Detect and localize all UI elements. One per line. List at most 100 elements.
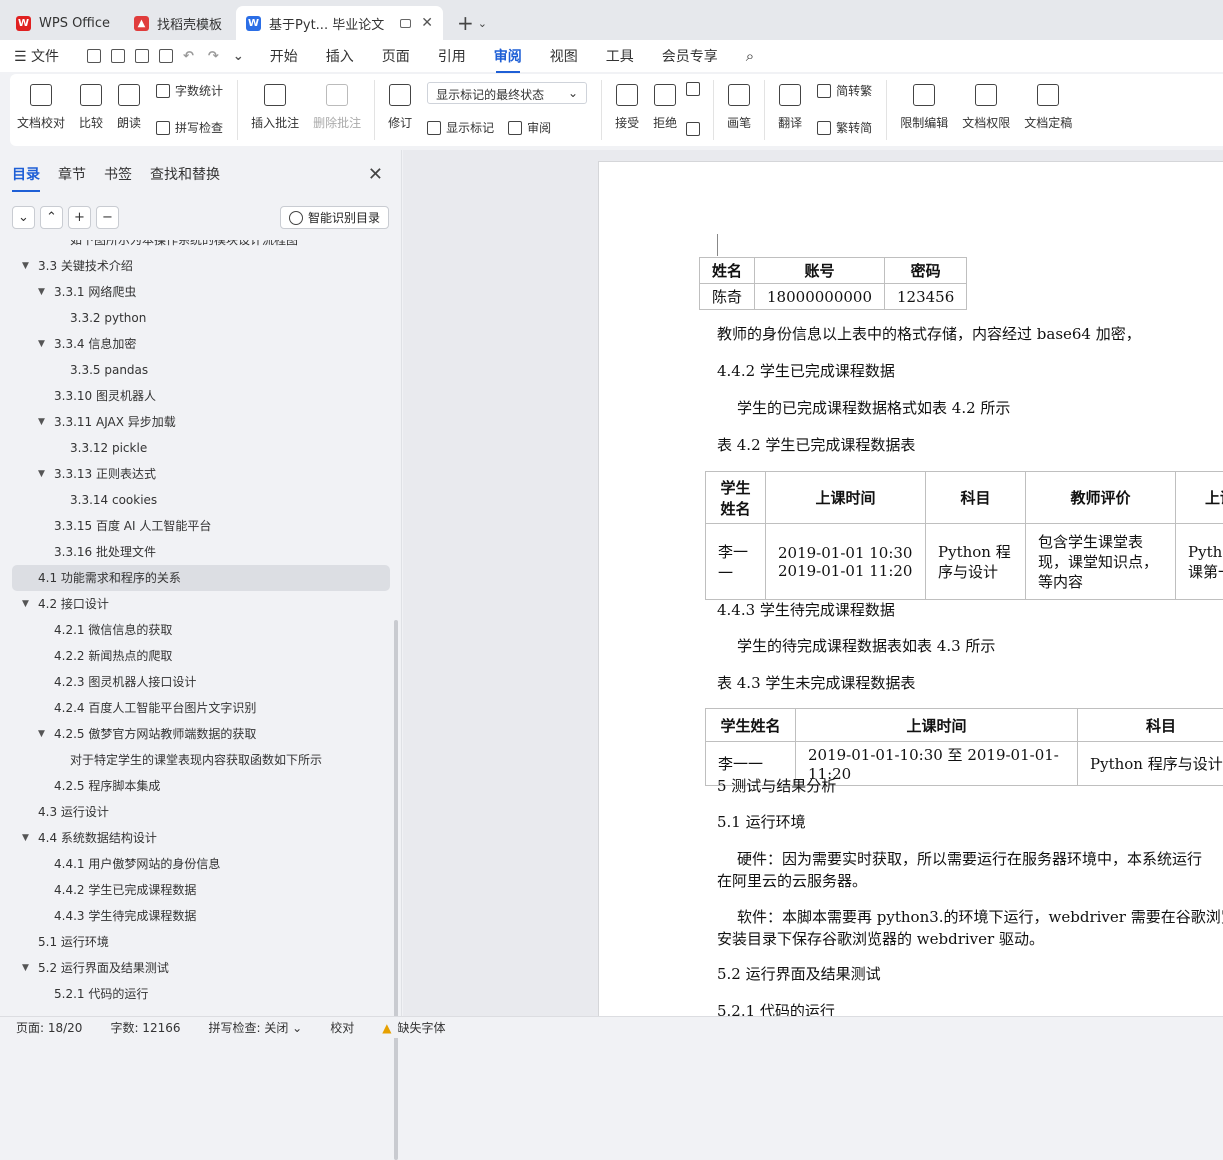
proof-indicator[interactable]: 校对 [330, 1019, 354, 1036]
toc-item[interactable]: 4.3 运行设计 [12, 799, 390, 825]
toc-item[interactable]: 4.2.2 新闻热点的爬取 [12, 643, 390, 669]
toc-item[interactable]: ▼5.2 运行界面及结果测试 [12, 955, 390, 981]
spell-check-indicator[interactable]: 拼写检查: 关闭 ⌄ [209, 1019, 303, 1036]
print-preview-icon[interactable] [159, 49, 173, 63]
reject-button[interactable]: 拒绝 [653, 80, 677, 131]
toc-item[interactable]: 如下图所示为本操作系统的模块设计流程图 [12, 240, 390, 253]
pen-button[interactable]: 画笔 [727, 80, 751, 131]
export-icon[interactable] [111, 49, 125, 63]
toc-item[interactable]: 4.4.2 学生已完成课程数据 [12, 877, 390, 903]
save-icon[interactable] [87, 49, 101, 63]
toc-scrollbar[interactable] [394, 620, 398, 1160]
restrict-edit-button[interactable]: 限制编辑 [900, 80, 948, 131]
next-change-icon[interactable] [686, 122, 705, 136]
tab-docer-templates[interactable]: ▲ 找稻壳模板 [124, 6, 232, 40]
search-icon[interactable]: ⌕ [746, 47, 754, 65]
review-pane-button[interactable]: 审阅 [508, 119, 551, 136]
compare-button[interactable]: 比较 [79, 80, 103, 131]
file-menu[interactable]: ☰ 文件 [14, 46, 59, 66]
tab-chapters[interactable]: 章节 [58, 164, 86, 192]
menu-start[interactable]: 开始 [270, 46, 298, 66]
toc-item[interactable]: ▼3.3.4 信息加密 [12, 331, 390, 357]
tab-wps-office[interactable]: W WPS Office [6, 6, 120, 40]
toc-item[interactable]: ▼4.2 接口设计 [12, 591, 390, 617]
word-count-button[interactable]: 字数统计 [156, 82, 223, 99]
toc-item[interactable]: ▼4.4 系统数据结构设计 [12, 825, 390, 851]
tab-find-replace[interactable]: 查找和替换 [150, 164, 220, 192]
finalize-button[interactable]: 文档定稿 [1024, 80, 1072, 131]
menu-page[interactable]: 页面 [382, 46, 410, 66]
toc-item[interactable]: ▼4.2.5 傲梦官方网站教师端数据的获取 [12, 721, 390, 747]
delete-comment-button[interactable]: 删除批注 [313, 80, 361, 131]
tab-bookmarks[interactable]: 书签 [104, 164, 132, 192]
expand-arrow-icon[interactable]: ▼ [38, 461, 45, 487]
new-tab-button[interactable]: + ⌄ [447, 6, 497, 40]
toc-item[interactable]: ▼3.3.13 正则表达式 [12, 461, 390, 487]
accept-button[interactable]: 接受 [615, 80, 639, 131]
remove-heading-button[interactable]: − [96, 206, 119, 229]
menu-member[interactable]: 会员专享 [662, 46, 718, 66]
proof-button[interactable]: 文档校对 [17, 80, 65, 131]
trad-to-simp-button[interactable]: 繁转简 [817, 119, 872, 136]
missing-font-indicator[interactable]: ▲缺失字体 [382, 1019, 445, 1036]
tab-document[interactable]: W 基于Pyt... 毕业论文 ✕ [236, 6, 443, 40]
add-heading-button[interactable]: + [68, 206, 91, 229]
translate-button[interactable]: 翻译 [778, 80, 802, 131]
close-tab-icon[interactable]: ✕ [421, 15, 433, 31]
expand-down-button[interactable]: ⌄ [12, 206, 35, 229]
menu-reference[interactable]: 引用 [438, 46, 466, 66]
toc-item[interactable]: 3.3.16 批处理文件 [12, 539, 390, 565]
toc-item[interactable]: ▼3.3.1 网络爬虫 [12, 279, 390, 305]
expand-arrow-icon[interactable]: ▼ [22, 955, 29, 981]
read-aloud-button[interactable]: 朗读 [117, 80, 141, 131]
expand-arrow-icon[interactable]: ▼ [38, 331, 45, 357]
redo-icon[interactable]: ↷ [208, 49, 219, 64]
toc-item[interactable]: 对于特定学生的课堂表现内容获取函数如下所示 [12, 747, 390, 773]
print-icon[interactable] [135, 49, 149, 63]
undo-icon[interactable]: ↶ [183, 49, 194, 64]
toc-item[interactable]: ▼3.3.11 AJAX 异步加载 [12, 409, 390, 435]
menu-view[interactable]: 视图 [550, 46, 578, 66]
toc-item[interactable]: 4.4.3 学生待完成课程数据 [12, 903, 390, 929]
toc-item[interactable]: 4.2.3 图灵机器人接口设计 [12, 669, 390, 695]
toc-item[interactable]: 4.2.1 微信信息的获取 [12, 617, 390, 643]
markup-state-select[interactable]: 显示标记的最终状态⌄ [427, 82, 587, 104]
revise-button[interactable]: 修订 [388, 80, 412, 131]
smart-toc-button[interactable]: 智能识别目录 [280, 206, 389, 229]
doc-rights-button[interactable]: 文档权限 [962, 80, 1010, 131]
expand-arrow-icon[interactable]: ▼ [38, 409, 45, 435]
expand-arrow-icon[interactable]: ▼ [22, 253, 29, 279]
menu-review[interactable]: 审阅 [494, 46, 522, 66]
toc-item[interactable]: 3.3.5 pandas [12, 357, 390, 383]
menu-insert[interactable]: 插入 [326, 46, 354, 66]
word-count-indicator[interactable]: 字数: 12166 [110, 1019, 180, 1036]
toc-item[interactable]: ▼3.3 关键技术介绍 [12, 253, 390, 279]
close-icon[interactable]: ✕ [368, 164, 383, 185]
toc-item[interactable]: 5.1 运行环境 [12, 929, 390, 955]
collapse-up-button[interactable]: ⌃ [40, 206, 63, 229]
toc-item[interactable]: 5.2.1 代码的运行 [12, 981, 390, 1007]
show-markup-button[interactable]: 显示标记 [427, 119, 494, 136]
previous-change-icon[interactable] [686, 82, 705, 96]
expand-arrow-icon[interactable]: ▼ [38, 279, 45, 305]
insert-comment-button[interactable]: 插入批注 [251, 80, 299, 131]
toc-item[interactable]: 3.3.14 cookies [12, 487, 390, 513]
tab-toc[interactable]: 目录 [12, 164, 40, 192]
toc-item[interactable]: 4.4.1 用户傲梦网站的身份信息 [12, 851, 390, 877]
expand-arrow-icon[interactable]: ▼ [22, 591, 29, 617]
toc-item[interactable]: 3.3.15 百度 AI 人工智能平台 [12, 513, 390, 539]
menu-tools[interactable]: 工具 [606, 46, 634, 66]
toc-item[interactable]: 3.3.2 python [12, 305, 390, 331]
page-indicator[interactable]: 页面: 18/20 [16, 1019, 82, 1036]
toc-item[interactable]: 4.2.5 程序脚本集成 [12, 773, 390, 799]
expand-arrow-icon[interactable]: ▼ [22, 825, 29, 851]
toc-item[interactable]: 3.3.10 图灵机器人 [12, 383, 390, 409]
toc-item[interactable]: 3.3.12 pickle [12, 435, 390, 461]
toc-item[interactable]: 4.2.4 百度人工智能平台图片文字识别 [12, 695, 390, 721]
toc-item[interactable]: 4.1 功能需求和程序的关系 [12, 565, 390, 591]
spell-check-button[interactable]: 拼写检查 [156, 119, 223, 136]
simp-to-trad-button[interactable]: 简转繁 [817, 82, 872, 99]
more-icon[interactable]: ⌄ [233, 49, 244, 64]
window-icon[interactable] [400, 19, 411, 28]
expand-arrow-icon[interactable]: ▼ [38, 721, 45, 747]
